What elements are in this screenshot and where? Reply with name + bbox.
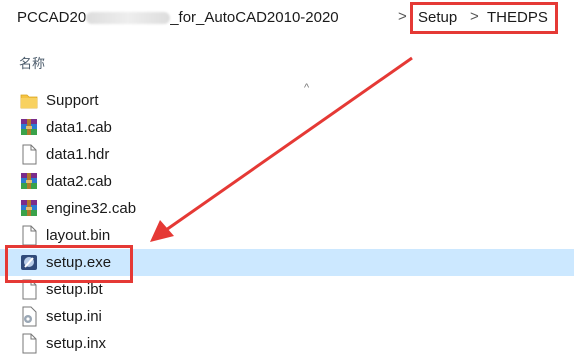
file-row-data1-hdr[interactable]: data1.hdr — [0, 141, 574, 168]
breadcrumb-path[interactable]: PCCAD20 _for_AutoCAD2010-2020 — [17, 9, 339, 26]
file-row-data2-cab[interactable]: data2.cab — [0, 168, 574, 195]
column-header[interactable]: ^ — [0, 40, 574, 94]
winrar-archive-icon — [20, 171, 38, 192]
file-name: layout.bin — [46, 227, 111, 244]
file-name: data1.cab — [46, 119, 112, 136]
file-name: setup.ibt — [46, 281, 103, 298]
file-name: setup.ini — [46, 308, 102, 325]
blank-file-icon — [20, 144, 38, 165]
file-name: data2.cab — [46, 173, 112, 190]
file-row-setup-ini[interactable]: setup.ini — [0, 303, 574, 330]
winrar-archive-icon — [20, 198, 38, 219]
file-row-engine32-cab[interactable]: engine32.cab — [0, 195, 574, 222]
blank-file-icon — [20, 333, 38, 354]
file-row-support[interactable]: Support — [0, 87, 574, 114]
file-row-data1-cab[interactable]: data1.cab — [0, 114, 574, 141]
annotation-highlight-box — [410, 2, 558, 34]
settings-file-icon — [20, 306, 38, 327]
file-name: setup.inx — [46, 335, 107, 352]
file-row-setup-inx[interactable]: setup.inx — [0, 330, 574, 356]
folder-icon — [20, 90, 38, 111]
file-name: Support — [46, 92, 99, 109]
address-bar[interactable]: PCCAD20 _for_AutoCAD2010-2020 > Setup > T… — [0, 0, 574, 36]
file-name: data1.hdr — [46, 146, 110, 163]
blank-file-icon — [20, 225, 38, 246]
file-name: engine32.cab — [46, 200, 137, 217]
column-header-name[interactable]: 名称 — [19, 53, 45, 72]
file-explorer-window: PCCAD20 _for_AutoCAD2010-2020 > Setup > T… — [0, 0, 574, 356]
breadcrumb-separator-icon[interactable]: > — [398, 8, 407, 25]
annotation-highlight-box — [5, 245, 133, 283]
winrar-archive-icon — [20, 117, 38, 138]
